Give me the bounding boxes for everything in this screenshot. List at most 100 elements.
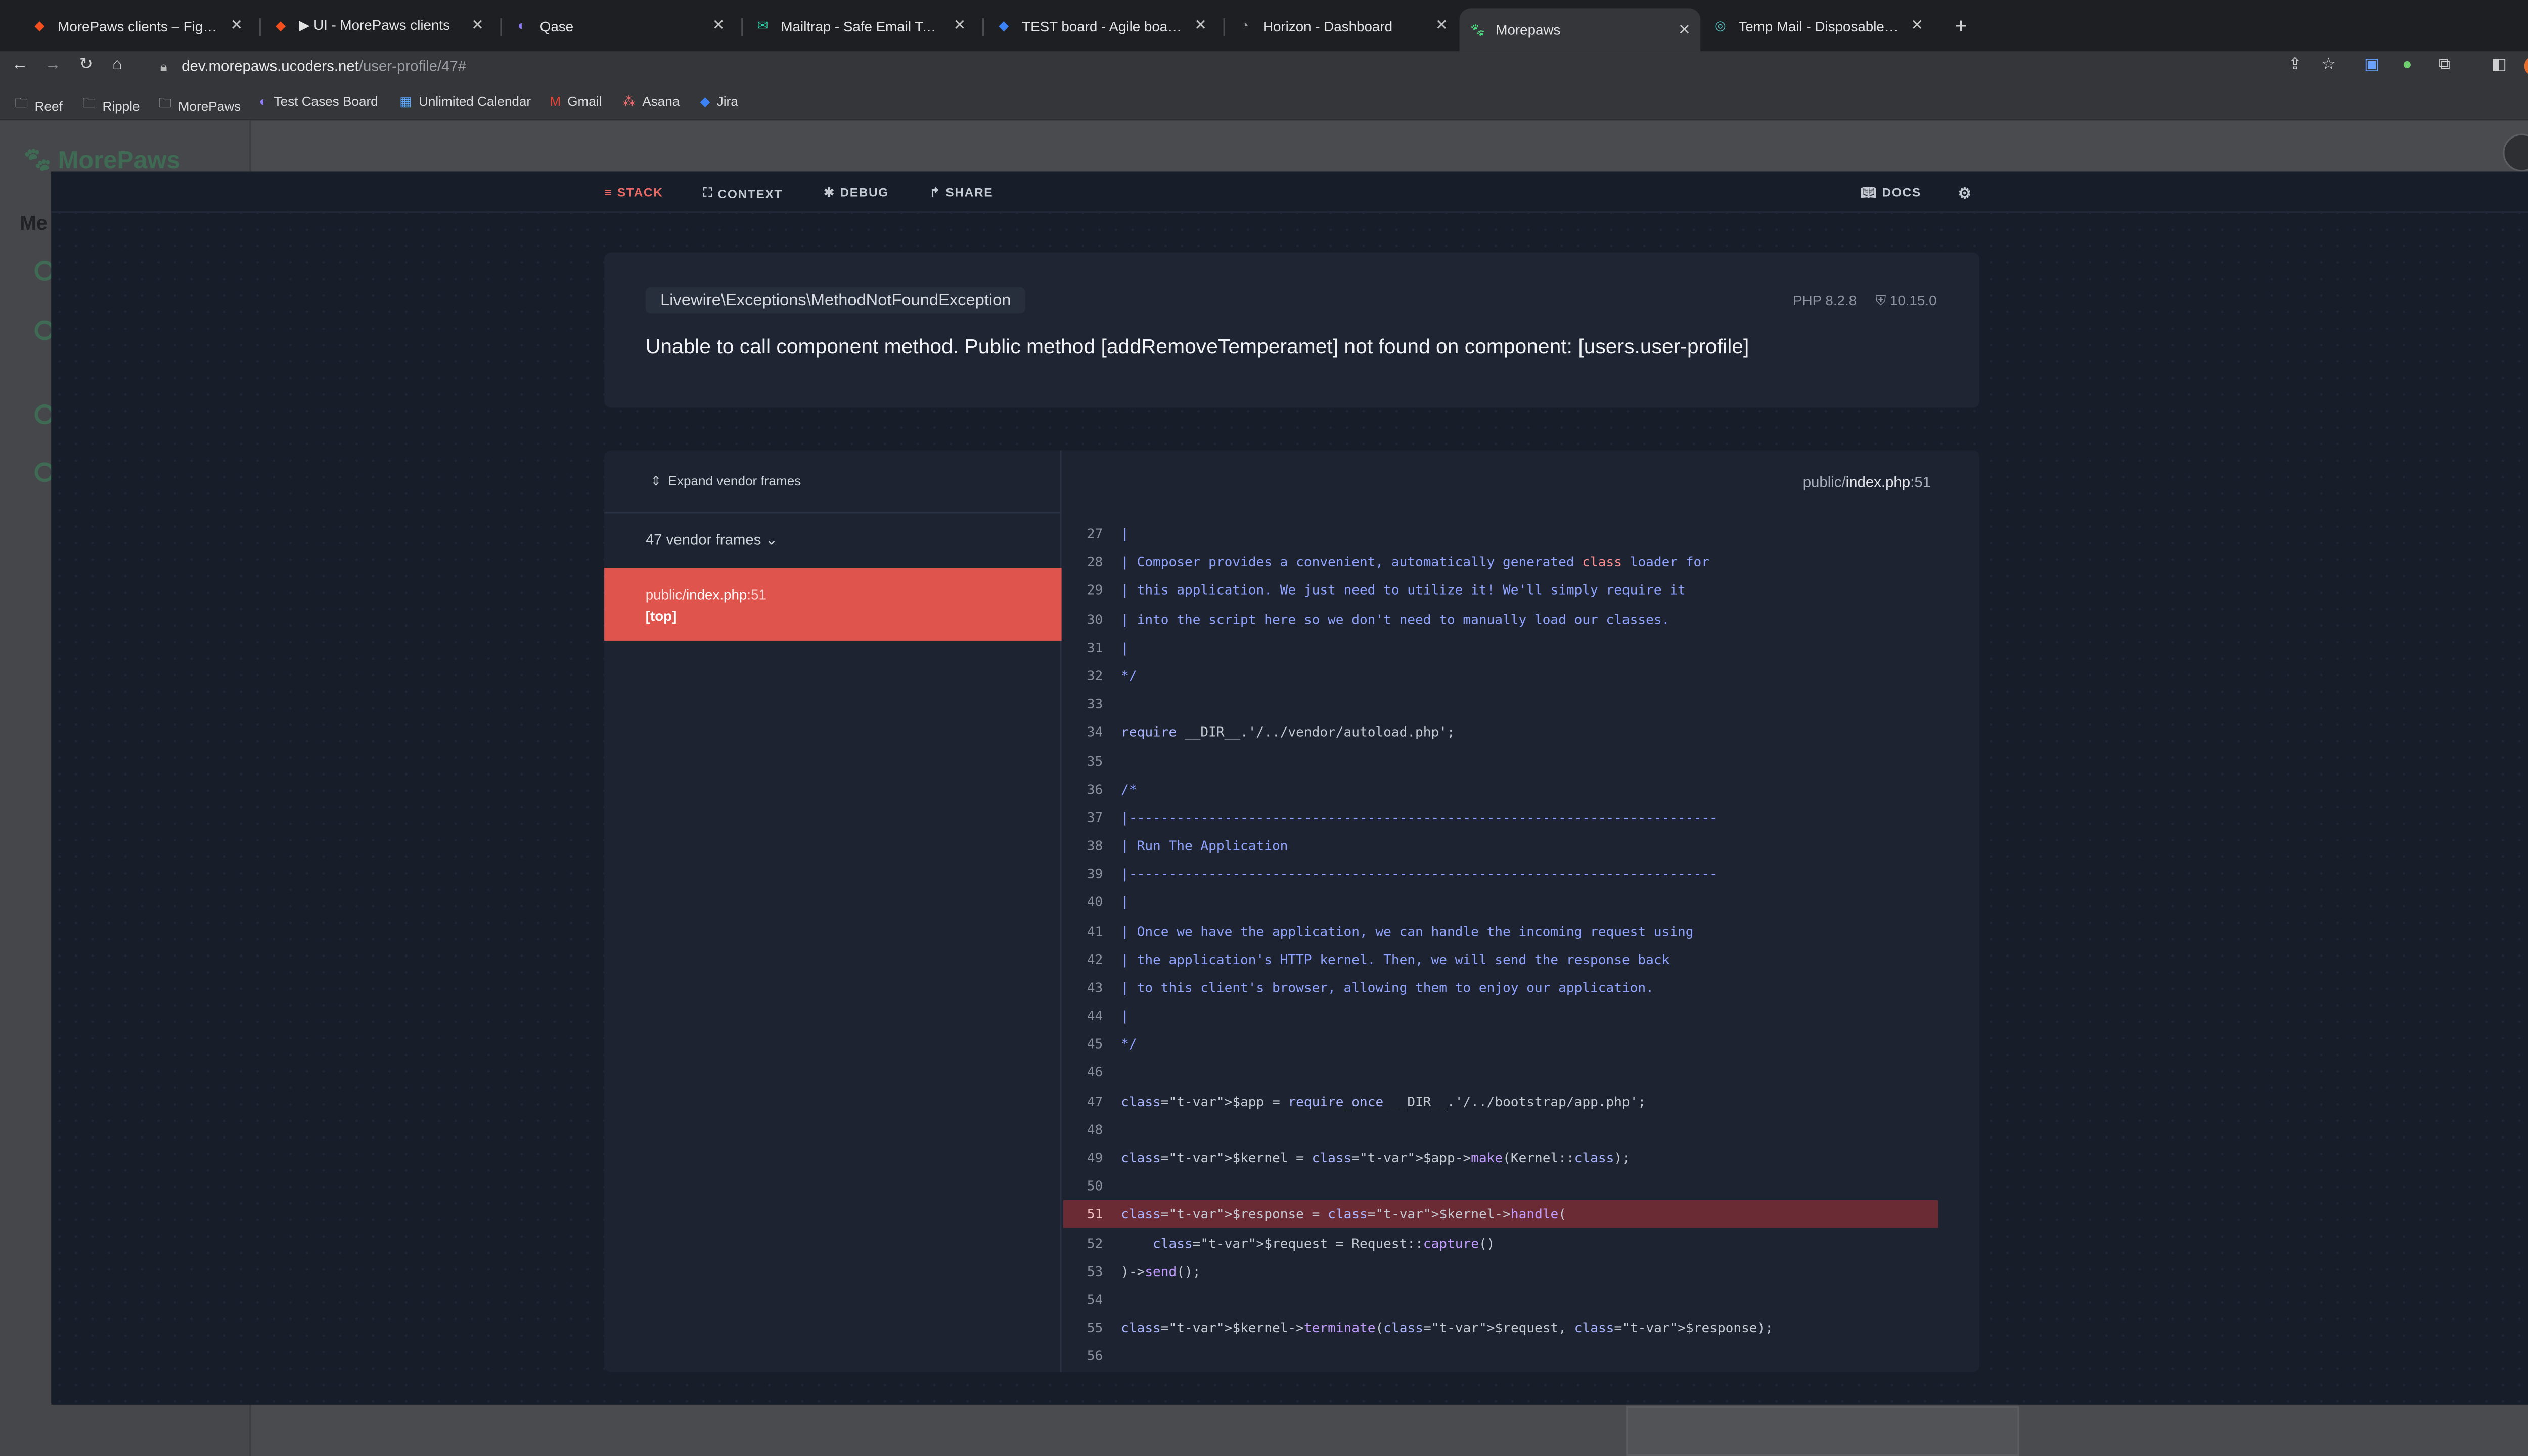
bookmarks-bar <box>0 85 2528 121</box>
code-line[interactable]: 42 | the application's HTTP kernel. Then,… <box>1063 945 1938 974</box>
tab-title: Mailtrap - Safe Email Testing <box>781 17 943 34</box>
close-tab-icon[interactable]: ✕ <box>1194 17 1207 35</box>
code-line-highlighted[interactable]: 51 class="t-var">$response = class="t-var… <box>1063 1200 1938 1229</box>
forward-arrow-icon[interactable]: → <box>44 56 61 74</box>
close-tab-icon[interactable]: ✕ <box>471 17 484 35</box>
close-tab-icon[interactable]: ✕ <box>1911 17 1923 35</box>
tab-context[interactable]: ⛶ CONTEXT <box>703 185 783 202</box>
browser-tab[interactable]: ◆ ▶ UI - MorePaws clients ✕ <box>262 8 493 43</box>
line-number: 55 <box>1087 1321 1103 1336</box>
extension-icon[interactable]: ▣ <box>2364 56 2380 74</box>
bookmark-item[interactable]: ⁂ Asana <box>622 94 680 109</box>
bookmark-star-icon[interactable]: ☆ <box>2321 56 2336 74</box>
code-line[interactable]: 56 <box>1063 1342 1938 1371</box>
mailtrap-icon: ✉ <box>757 18 769 33</box>
code-text: | <box>1121 640 1129 655</box>
bookmark-item[interactable]: 🗀︎ MorePaws <box>158 94 241 117</box>
browser-tab[interactable]: 🐾︎ Morepaws ✕ <box>1459 8 1701 52</box>
code-line[interactable]: 33 <box>1063 690 1938 718</box>
gmail-icon: M <box>550 94 561 109</box>
address-bar[interactable] <box>144 54 2356 81</box>
line-number: 38 <box>1087 838 1103 854</box>
code-line[interactable]: 46 <box>1063 1059 1938 1087</box>
code-line[interactable]: 47 class="t-var">$app = require_once __DI… <box>1063 1087 1938 1116</box>
close-tab-icon[interactable]: ✕ <box>1435 17 1448 35</box>
browser-tab[interactable]: ◔ Horizon - Dashboard ✕ <box>1227 8 1458 43</box>
url-text[interactable]: dev.morepaws.ucoders.net/user-profile/47… <box>182 58 466 74</box>
code-line[interactable]: 41 | Once we have the application, we can… <box>1063 917 1938 945</box>
code-line[interactable]: 55 class="t-var">$kernel->terminate(class… <box>1063 1314 1938 1342</box>
code-line[interactable]: 38 | Run The Application <box>1063 832 1938 860</box>
bookmark-item[interactable]: 🗀︎ Ripple <box>82 94 140 117</box>
code-text: | <box>1121 526 1129 542</box>
stack-frame-active[interactable] <box>604 568 1062 641</box>
code-text: | into the script here so we don't need … <box>1121 612 1670 627</box>
code-line[interactable]: 35 <box>1063 747 1938 775</box>
line-number: 43 <box>1087 980 1103 995</box>
line-number: 56 <box>1087 1349 1103 1364</box>
tab-debug[interactable]: ✱ DEBUG <box>824 185 889 200</box>
close-tab-icon[interactable]: ✕ <box>954 17 966 35</box>
browser-tab[interactable]: ◆ MorePaws clients – Figma ✕ <box>21 8 252 43</box>
share-icon[interactable]: ⇪ <box>2288 56 2302 74</box>
code-line[interactable]: 53)->send(); <box>1063 1257 1938 1286</box>
code-line[interactable]: 43 | to this client's browser, allowing t… <box>1063 974 1938 1002</box>
code-line[interactable]: 40 | <box>1063 889 1938 917</box>
code-line[interactable]: 45 */ <box>1063 1030 1938 1059</box>
browser-tab[interactable]: ◆ TEST board - Agile board - Ji ✕ <box>985 8 1216 43</box>
code-line[interactable]: 50 <box>1063 1172 1938 1201</box>
reload-icon[interactable]: ↻ <box>79 56 93 74</box>
app-logo[interactable]: 🐾︎ MorePaws <box>21 145 180 175</box>
code-line[interactable]: 39 |-------------------------------------… <box>1063 860 1938 889</box>
tab-stack[interactable]: ≡ STACK <box>604 185 663 200</box>
browser-tab[interactable]: ◎ Temp Mail - Disposable Temp ✕ <box>1702 8 1933 43</box>
close-tab-icon[interactable]: ✕ <box>230 17 243 35</box>
code-line[interactable]: 31 | <box>1063 633 1938 662</box>
docs-link[interactable]: 📖︎ DOCS <box>1861 185 1921 200</box>
tab-title: MorePaws clients – Figma <box>58 17 220 34</box>
back-arrow-icon[interactable]: ← <box>12 56 28 74</box>
code-text: | <box>1121 1009 1129 1024</box>
code-line[interactable]: 49 class="t-var">$kernel = class="t-var">… <box>1063 1144 1938 1172</box>
side-panel-icon[interactable]: ◧ <box>2491 56 2507 74</box>
book-icon: 📖︎ <box>1860 185 1877 200</box>
gear-icon[interactable]: ⚙ <box>1958 185 1972 203</box>
extensions-puzzle-icon[interactable]: ⧉ <box>2439 56 2450 74</box>
new-tab-button[interactable]: + <box>1955 13 1967 38</box>
app-menu-heading: Me <box>20 211 48 235</box>
code-line[interactable]: 28 | Composer provides a convenient, auto… <box>1063 549 1938 577</box>
code-file-path[interactable]: public/index.php:51 <box>1803 474 1931 490</box>
code-line[interactable]: 34 require __DIR__.'/../vendor/autoload.p… <box>1063 718 1938 747</box>
exception-class-badge[interactable]: Livewire\Exceptions\MethodNotFoundExcept… <box>645 287 1026 314</box>
home-icon[interactable]: ⌂ <box>112 56 122 74</box>
expand-vendor-frames-button[interactable]: ⇕ Expand vendor frames <box>651 474 801 488</box>
code-line[interactable]: 37 |-------------------------------------… <box>1063 804 1938 832</box>
vendor-frames-toggle[interactable]: 47 vendor frames ⌄ <box>646 531 778 550</box>
line-number: 48 <box>1087 1122 1103 1138</box>
code-line[interactable]: 52 class="t-var">$request = Request::cap… <box>1063 1229 1938 1257</box>
code-line[interactable]: 44 | <box>1063 1002 1938 1030</box>
code-line[interactable]: 27 | <box>1063 520 1938 549</box>
code-line[interactable]: 36 /* <box>1063 775 1938 803</box>
bookmark-item[interactable]: ◐ Test Cases Board <box>259 94 378 109</box>
browser-tab[interactable]: ✉ Mailtrap - Safe Email Testing ✕ <box>745 8 976 43</box>
jira-icon: ◆ <box>700 94 710 109</box>
code-line[interactable]: 30 | into the script here so we don't nee… <box>1063 605 1938 633</box>
code-line[interactable]: 29 | this application. We just need to ut… <box>1063 577 1938 605</box>
line-number: 41 <box>1087 924 1103 939</box>
code-text: |---------------------------------------… <box>1121 867 1718 882</box>
code-text: | Composer provides a convenient, automa… <box>1121 555 1710 570</box>
extension-green-icon[interactable]: ● <box>2402 56 2412 74</box>
tab-share[interactable]: ↱ SHARE <box>929 185 993 200</box>
code-line[interactable]: 54 <box>1063 1286 1938 1314</box>
close-tab-icon[interactable]: ✕ <box>712 17 725 35</box>
code-line[interactable]: 48 <box>1063 1116 1938 1144</box>
lock-icon[interactable]: 🔒︎ <box>160 60 167 76</box>
close-tab-icon[interactable]: ✕ <box>1678 21 1691 39</box>
bookmark-item[interactable]: 🗀︎ Reef <box>15 94 62 117</box>
code-line[interactable]: 32 */ <box>1063 662 1938 690</box>
bookmark-item[interactable]: ◆ Jira <box>700 94 738 109</box>
browser-tab[interactable]: ◐ Qase ✕ <box>504 8 735 43</box>
bookmark-item[interactable]: ▦ Unlimited Calendar <box>399 94 531 109</box>
bookmark-item[interactable]: M Gmail <box>550 94 602 109</box>
